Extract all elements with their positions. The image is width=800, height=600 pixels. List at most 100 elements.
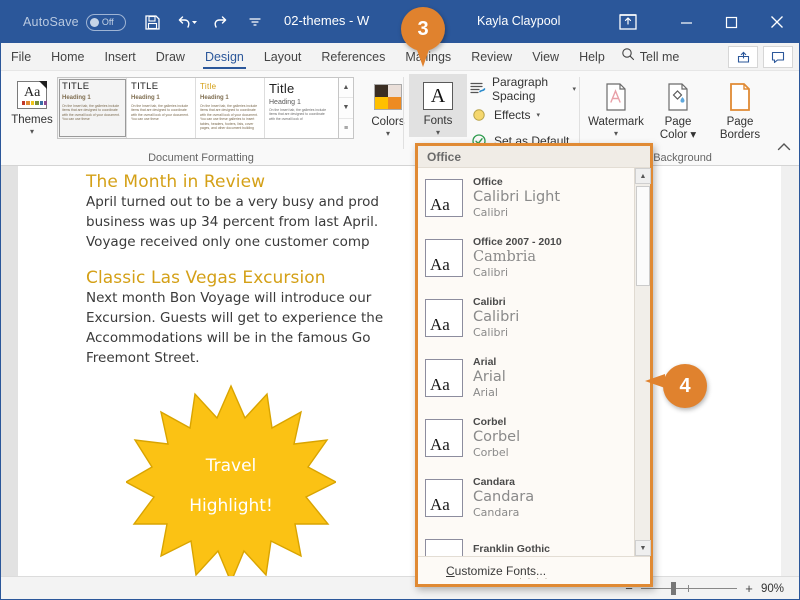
quick-access-toolbar [142,11,266,33]
ribbon-group-document-formatting: Aa Themes ▾ [1,71,401,166]
tab-design[interactable]: Design [195,43,254,71]
redo-icon[interactable] [210,11,232,33]
font-set-name: Office 2007 - 2010 [473,236,562,249]
watermark-button[interactable]: Watermark ▾ [587,75,645,138]
theme-gallery-item[interactable]: TITLE Heading 1 On the Insert tab, the g… [58,78,127,138]
fonts-menu-list[interactable]: Aa Office Calibri Light Calibri Aa Offic… [418,168,634,556]
fonts-menu[interactable]: Office Aa Office Calibri Light Calibri A… [415,143,653,587]
font-preview-thumb: Aa [425,539,463,556]
theme-gallery-item[interactable]: TITLE Heading 1 On the Insert tab, the g… [127,78,196,138]
font-set-name: Office [473,176,560,189]
font-preview-thumb: Aa [425,239,463,277]
effects-button[interactable]: Effects ▾ [470,104,540,126]
save-icon[interactable] [142,11,164,33]
title-bar: AutoSave Off 02-themes - W Kayla Claypoo… [1,1,799,43]
close-icon[interactable] [754,1,799,43]
tab-file[interactable]: File [1,43,41,71]
tab-insert[interactable]: Insert [95,43,146,71]
fonts-menu-item[interactable]: Aa Corbel Corbel Corbel [418,408,634,468]
tab-view[interactable]: View [522,43,569,71]
fonts-menu-item[interactable]: Aa Arial Arial Arial [418,348,634,408]
zoom-in-button[interactable]: + [744,581,754,596]
theme-gallery-item[interactable]: Title Heading 1 On the Insert tab, the g… [196,78,265,138]
fonts-menu-header: Office [418,146,650,168]
themes-button[interactable]: Aa Themes ▾ [3,73,61,136]
theme-gallery[interactable]: TITLE Heading 1 On the Insert tab, the g… [57,77,339,139]
theme-gallery-item[interactable]: Title Heading 1 On the Insert tab, the g… [265,78,334,138]
theme-gallery-scrollbar[interactable]: ▲ ▼ ≡ [339,77,354,139]
tab-draw[interactable]: Draw [146,43,195,71]
scroll-up-icon[interactable]: ▲ [635,168,651,184]
page-borders-label: Page Borders [720,116,760,142]
theme-thumb-heading: Heading 1 [269,99,330,106]
collapse-ribbon-icon[interactable] [777,141,791,155]
theme-thumb-body: On the Insert tab, the galleries include… [200,104,260,130]
theme-effects-icon [470,106,488,124]
tab-help[interactable]: Help [569,43,615,71]
theme-thumb-body: On the Insert tab, the galleries include… [131,104,191,122]
gallery-scroll-down-icon[interactable]: ▼ [339,98,353,118]
undo-icon[interactable] [176,11,198,33]
zoom-slider-thumb[interactable] [671,582,676,595]
maximize-icon[interactable] [709,1,754,43]
callout-number: 3 [417,18,428,41]
fonts-menu-scrollbar[interactable]: ▲ ▼ [634,168,650,556]
page-color-icon [661,80,695,114]
font-minor: Calibri [473,266,562,280]
zoom-slider[interactable] [641,588,737,589]
fonts-menu-item[interactable]: Aa Office 2007 - 2010 Cambria Calibri [418,228,634,288]
fonts-menu-scroll-thumb[interactable] [636,186,650,286]
theme-thumb-title: Title [200,81,260,92]
autosave-state-label: Off [102,17,114,27]
page-color-label-line2: Color [660,129,687,141]
tab-layout[interactable]: Layout [254,43,312,71]
theme-thumb-heading: Heading 1 [62,95,122,102]
fonts-menu-item[interactable]: Aa Franklin Gothic Franklin Gothic Med [418,528,634,556]
fonts-menu-item[interactable]: Aa Office Calibri Light Calibri [418,168,634,228]
autosave-toggle[interactable]: Off [86,14,126,31]
font-minor: Corbel [473,446,520,460]
share-icon[interactable] [728,46,758,68]
search-icon [621,47,635,66]
fonts-button[interactable]: A Fonts ▾ [409,74,467,137]
font-set-name: Calibri [473,296,519,309]
customize-fonts-button[interactable]: Customize Fonts... · · · · [418,556,650,584]
page-borders-button[interactable]: Page Borders [711,75,769,142]
zoom-percent-label[interactable]: 90% [761,583,791,595]
font-major: Arial [473,369,506,386]
tab-review[interactable]: Review [461,43,522,71]
gallery-scroll-up-icon[interactable]: ▲ [339,78,353,98]
page-borders-label-line2: Borders [720,129,760,141]
scroll-down-icon[interactable]: ▼ [635,540,651,556]
status-bar: − + 90% [1,576,799,599]
window-controls [664,1,799,43]
theme-thumb-title: Title [269,81,330,96]
font-thumb-glyph: Aa [430,316,450,334]
fonts-menu-item[interactable]: Aa Candara Candara Candara [418,468,634,528]
font-minor: Arial [473,386,506,400]
menu-resize-grip[interactable]: · · · · [519,573,549,583]
page-color-button[interactable]: Page Color▾ [649,75,707,142]
tab-home[interactable]: Home [41,43,94,71]
font-thumb-glyph: Aa [430,496,450,514]
page-color-label: Page Color▾ [660,116,696,142]
comment-icon[interactable] [763,46,793,68]
font-minor: Candara [473,506,534,520]
theme-colors-label: Colors [371,116,404,129]
paragraph-spacing-button[interactable]: Paragraph Spacing ▾ [470,78,576,100]
ribbon-display-options-icon[interactable] [618,12,638,32]
tell-me-box[interactable]: Tell me [621,47,680,66]
customize-quick-access-toolbar-icon[interactable] [244,11,266,33]
chevron-down-icon: ▾ [436,129,440,137]
fonts-menu-item[interactable]: Aa Calibri Calibri Calibri [418,288,634,348]
callout-marker-3: 3 [401,7,445,51]
starburst-shape[interactable]: Travel Highlight! [126,384,336,576]
gallery-more-icon[interactable]: ≡ [339,119,353,138]
tab-references[interactable]: References [311,43,395,71]
font-major: Candara [473,489,534,506]
minimize-icon[interactable] [664,1,709,43]
paragraph-spacing-icon [470,80,486,98]
document-page[interactable]: The Month in Review April turned out to … [18,166,781,576]
font-major: Cambria [473,249,562,266]
font-major: Calibri [473,309,519,326]
